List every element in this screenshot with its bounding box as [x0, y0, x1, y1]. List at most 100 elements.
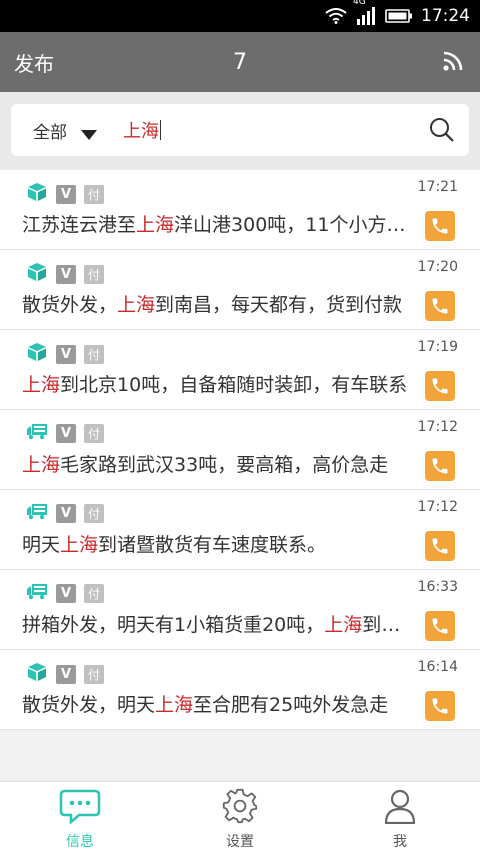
tab-messages[interactable]: 信息: [0, 782, 160, 853]
message-count: 7: [233, 49, 247, 75]
badge-row: V付: [26, 502, 104, 524]
phone-icon[interactable]: [425, 211, 455, 241]
message-text: 散货外发，上海到南昌，每天都有，货到付款: [22, 290, 418, 317]
message-text-post: 到北京10吨，自备箱随时装卸，有车联系: [60, 374, 408, 396]
message-text-post: 到诸暨散货有车速度联系。: [98, 534, 327, 556]
message-text-post: 到合肥: [362, 614, 418, 636]
paid-badge: 付: [84, 264, 104, 284]
verified-badge: V: [56, 503, 76, 523]
signal-icon: 4G: [353, 0, 377, 25]
list-item[interactable]: V 付 17:12 上海毛家路到武汉33吨，要高箱，高价急走: [0, 410, 480, 490]
truck-icon: [26, 422, 48, 444]
paid-badge: 付: [84, 344, 104, 364]
search-bar: 全部 上海: [11, 104, 469, 156]
list-item[interactable]: V 付 17:20 散货外发，上海到南昌，每天都有，货到付款: [0, 250, 480, 330]
message-text-post: 毛家路到武汉33吨，要高箱，高价急走: [60, 454, 389, 476]
list-item[interactable]: V 付 16:33 拼箱外发，明天有1小箱货重20吨，上海到合肥: [0, 570, 480, 650]
gear-icon: [220, 788, 260, 828]
dropdown-triangle-icon: [81, 125, 97, 145]
badge-row: V付: [26, 422, 104, 444]
badge-row: V付: [26, 662, 104, 686]
wifi-icon: [325, 8, 347, 24]
message-text-pre: 散货外发，明天: [22, 694, 156, 716]
message-list: V付17:21江苏连云港至上海洋山港300吨，11个小方箱，每天都有V付17:2…: [0, 170, 480, 730]
message-keyword: 上海: [117, 294, 156, 316]
phone-icon[interactable]: [425, 451, 455, 481]
paid-badge: 付: [84, 503, 104, 523]
message-time: 16:14: [417, 659, 458, 675]
truck-icon: [26, 582, 48, 604]
tab-label: 我: [393, 834, 407, 850]
publish-button[interactable]: 发布: [14, 48, 54, 77]
message-text-post: 洋山港300吨，11个小方箱，每天都有: [174, 214, 418, 236]
message-time: 16:33: [417, 579, 458, 595]
list-item[interactable]: V付 17:21 江苏连云港至上海洋山港300吨，11个小方箱，每天都有: [0, 170, 480, 250]
chat-bubble-icon: [59, 788, 101, 828]
message-time: 17:12: [417, 499, 458, 515]
badge-row: V付: [26, 342, 104, 366]
person-icon: [382, 788, 418, 828]
text-cursor: [160, 120, 161, 140]
list-item[interactable]: V 付 16:14 散货外发，明天上海至合肥有25吨外发急走: [0, 650, 480, 730]
message-time: 17:12: [417, 419, 458, 435]
list-item[interactable]: V 付 17:19 上海到北京10吨，自备箱随时装卸，有车联系: [0, 330, 480, 410]
clock: 17:24: [421, 6, 470, 26]
verified-badge: V: [56, 664, 76, 684]
verified-badge: V: [56, 184, 76, 204]
list-item[interactable]: V 付 17:12 明天上海到诸暨散货有车速度联系。: [0, 490, 480, 570]
message-keyword: 上海: [60, 534, 99, 556]
message-text-pre: 拼箱外发，明天有1小箱货重20吨，: [22, 614, 325, 636]
verified-badge: V: [56, 423, 76, 443]
message-time: 17:21: [417, 179, 458, 195]
bottom-tab-bar: 信息 设置 我: [0, 781, 480, 853]
box-icon: [26, 342, 48, 366]
tab-settings[interactable]: 设置: [160, 782, 320, 853]
phone-icon[interactable]: [425, 691, 455, 721]
message-text: 明天上海到诸暨散货有车速度联系。: [22, 530, 418, 557]
badge-row: V付: [26, 182, 104, 206]
verified-badge: V: [56, 264, 76, 284]
message-keyword: 上海: [136, 214, 175, 236]
category-label: 全部: [33, 122, 67, 143]
phone-icon[interactable]: [425, 291, 455, 321]
paid-badge: 付: [84, 583, 104, 603]
message-text: 江苏连云港至上海洋山港300吨，11个小方箱，每天都有: [22, 210, 418, 237]
tab-label: 设置: [226, 834, 254, 850]
badge-row: V付: [26, 582, 104, 604]
tab-label: 信息: [66, 834, 94, 850]
message-text-pre: 明天: [22, 534, 61, 556]
message-time: 17:20: [417, 259, 458, 275]
badge-row: V付: [26, 262, 104, 286]
paid-badge: 付: [84, 664, 104, 684]
message-text-post: 到南昌，每天都有，货到付款: [155, 294, 403, 316]
box-icon: [26, 262, 48, 286]
search-query-text: 上海: [123, 121, 159, 142]
message-keyword: 上海: [22, 374, 61, 396]
message-keyword: 上海: [155, 694, 194, 716]
network-type: 4G: [353, 0, 366, 7]
tab-me[interactable]: 我: [320, 782, 480, 853]
message-time: 17:19: [417, 339, 458, 355]
message-text-pre: 江苏连云港至: [22, 214, 137, 236]
message-text: 拼箱外发，明天有1小箱货重20吨，上海到合肥: [22, 610, 418, 637]
message-text: 散货外发，明天上海至合肥有25吨外发急走: [22, 690, 418, 717]
box-icon: [26, 662, 48, 686]
search-input[interactable]: 上海: [123, 117, 161, 143]
message-text-pre: 散货外发，: [22, 294, 118, 316]
paid-badge: 付: [84, 423, 104, 443]
phone-icon[interactable]: [425, 611, 455, 641]
title-bar: 发布 7: [0, 32, 480, 92]
category-dropdown[interactable]: 全部: [11, 115, 97, 145]
battery-icon: [385, 8, 413, 24]
message-keyword: 上海: [324, 614, 363, 636]
truck-icon: [26, 502, 48, 524]
phone-icon[interactable]: [425, 531, 455, 561]
search-area: 全部 上海: [0, 92, 480, 170]
rss-feed-icon[interactable]: [442, 50, 464, 76]
message-keyword: 上海: [22, 454, 61, 476]
message-text-post: 至合肥有25吨外发急走: [193, 694, 389, 716]
paid-badge: 付: [84, 184, 104, 204]
box-icon: [26, 182, 48, 206]
search-icon[interactable]: [429, 117, 455, 147]
phone-icon[interactable]: [425, 371, 455, 401]
